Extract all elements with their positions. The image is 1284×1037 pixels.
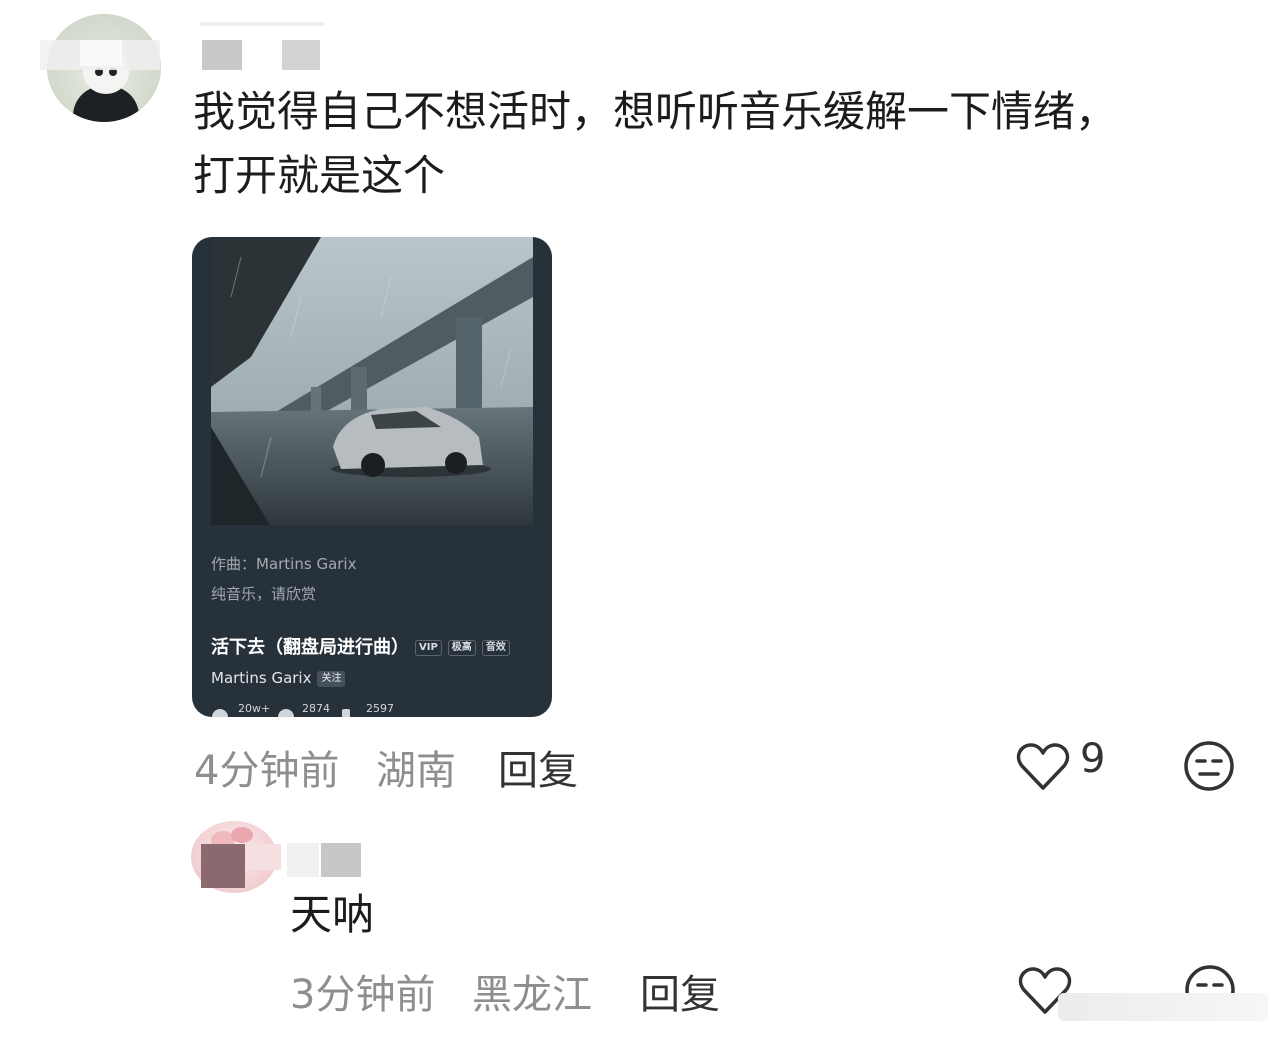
comment-time: 3分钟前 — [290, 972, 436, 1018]
song-title[interactable]: 活下去（翻盘局进行曲） VIP 极高 音效 — [211, 633, 510, 659]
meh-face-icon[interactable] — [1183, 740, 1235, 792]
avatar-flower — [231, 827, 253, 843]
sound-effect-tag: 音效 — [481, 640, 510, 656]
comment-location: 黑龙江 — [472, 972, 592, 1018]
reply-button[interactable]: 回复 — [640, 962, 720, 1020]
avatar-mosaic — [201, 844, 245, 888]
comment-line: 我觉得自己不想活时，想听听音乐缓解一下情绪， — [193, 87, 1118, 136]
username-blur — [200, 22, 324, 26]
composer-credit: 作曲：Martins Garix — [211, 555, 357, 573]
quality-tag: 极高 — [447, 640, 476, 656]
comment-time: 4分钟前 — [194, 748, 340, 794]
artist-name[interactable]: Martins Garix — [211, 669, 311, 687]
like-count: 9 — [1080, 736, 1106, 782]
share-icon — [342, 709, 350, 717]
avatar-mosaic — [80, 40, 122, 66]
artist-row: Martins Garix 关注 — [211, 669, 346, 687]
follow-button[interactable]: 关注 — [317, 671, 346, 687]
watermark-blur — [1058, 993, 1268, 1021]
like-icon — [212, 709, 228, 717]
music-card-image[interactable]: 作曲：Martins Garix 纯音乐，请欣赏 活下去（翻盘局进行曲） VIP 极… — [192, 237, 552, 717]
avatar-mosaic — [245, 844, 281, 870]
comment-location: 湖南 — [376, 748, 456, 794]
comment-stat: 2874 — [302, 702, 330, 715]
music-note: 纯音乐，请欣赏 — [211, 585, 317, 603]
song-title-text: 活下去（翻盘局进行曲） — [211, 637, 409, 658]
reply-button[interactable]: 回复 — [498, 738, 578, 796]
username-blur[interactable] — [202, 40, 242, 70]
comment-text: 天呐 — [290, 890, 375, 939]
album-cover-image — [211, 237, 533, 525]
username-blur[interactable] — [282, 40, 320, 70]
comment-line: 打开就是这个 — [193, 151, 446, 200]
share-stat: 2597 — [366, 702, 394, 715]
vip-tag: VIP — [415, 640, 442, 656]
like-stat: 20w+ — [238, 702, 271, 715]
comment-icon — [278, 709, 294, 717]
username-blur — [287, 843, 319, 877]
comment-text: 我觉得自己不想活时，想听听音乐缓解一下情绪， 打开就是这个 — [193, 80, 1193, 208]
heart-icon[interactable] — [1016, 742, 1070, 792]
username-blur[interactable] — [321, 843, 361, 877]
